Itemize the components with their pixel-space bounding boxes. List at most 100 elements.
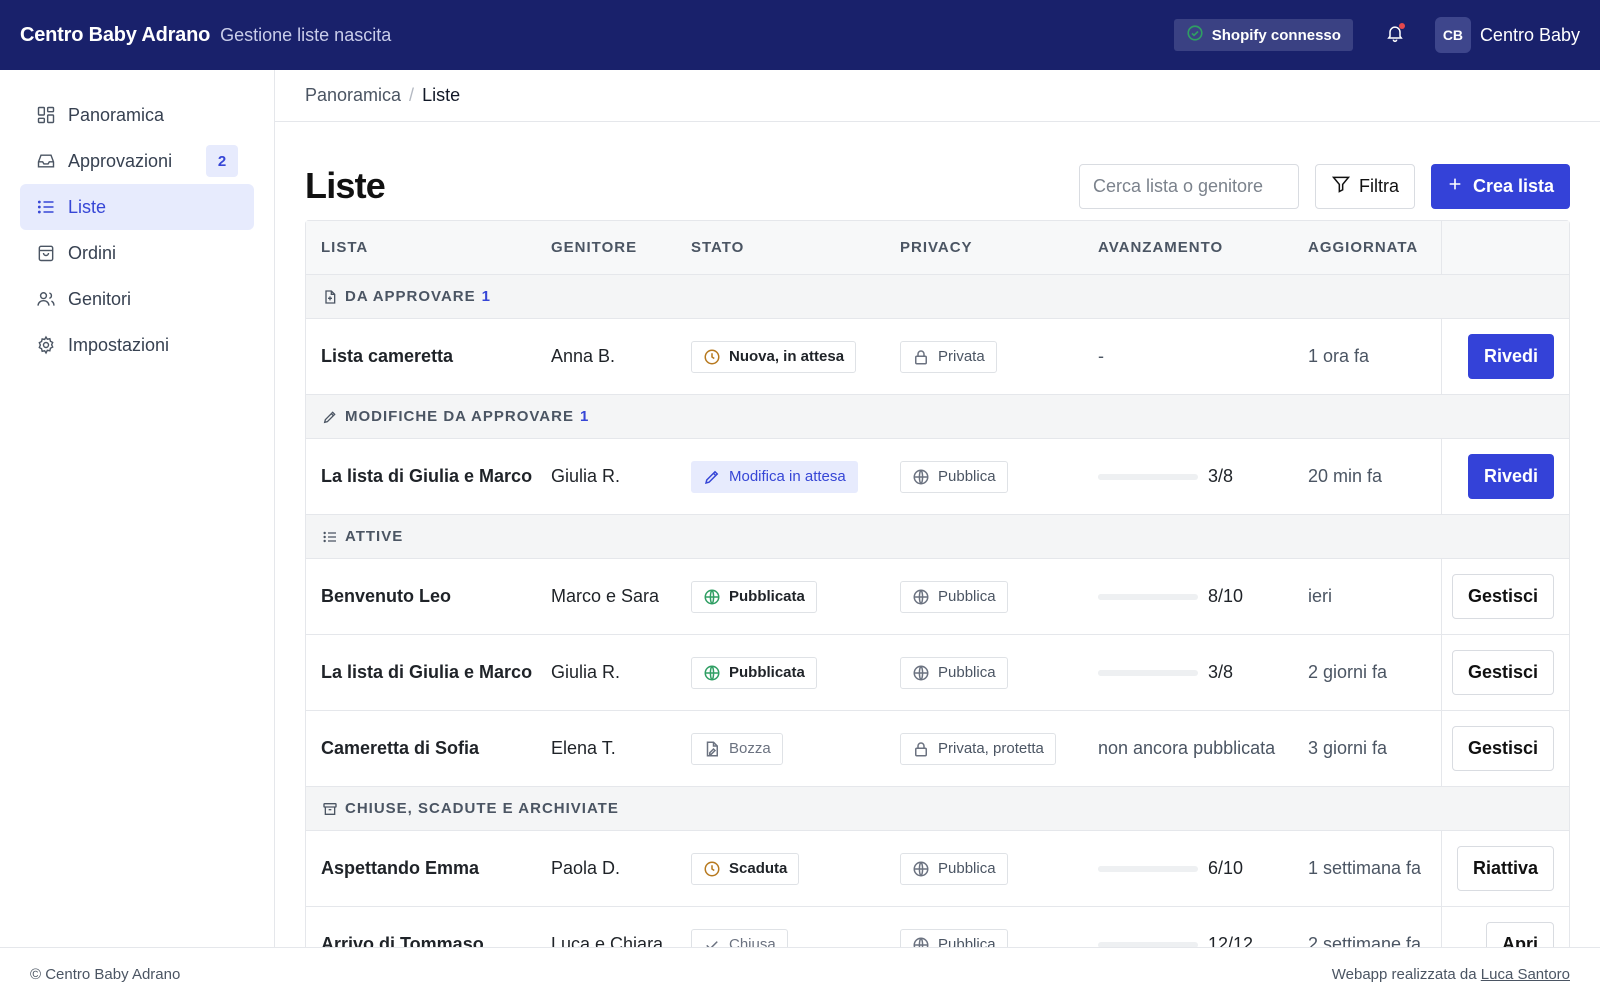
- privacy-badge: Pubblica: [900, 852, 1008, 885]
- pencil-icon: [321, 408, 339, 426]
- progress-label: 8/10: [1208, 586, 1244, 606]
- avatar[interactable]: CB: [1434, 17, 1471, 53]
- row-action-button[interactable]: Gestisci: [1451, 574, 1554, 619]
- globe-icon: [703, 588, 721, 606]
- progress-bar: [1098, 669, 1198, 676]
- parent-name: Giulia R.: [551, 662, 621, 682]
- column-header-stato[interactable]: Stato: [676, 239, 885, 256]
- table-body: DA APPROVARE 1 Lista cameretta Anna B. N…: [306, 275, 1569, 947]
- list-name[interactable]: Aspettando Emma: [306, 858, 536, 879]
- updated-time: 1 settimana fa: [1308, 858, 1422, 878]
- notifications-button[interactable]: [1383, 23, 1407, 47]
- list-name[interactable]: Lista cameretta: [306, 346, 536, 367]
- check-circle-icon: [1186, 24, 1204, 46]
- create-list-label: Crea lista: [1472, 175, 1554, 196]
- gear-icon: [36, 335, 56, 355]
- row-action-button[interactable]: Apri: [1486, 922, 1554, 947]
- group-header: ATTIVE: [306, 515, 1569, 559]
- shopify-status-badge[interactable]: Shopify connesso: [1173, 19, 1353, 51]
- users-icon: [36, 289, 56, 309]
- row-action-button[interactable]: Gestisci: [1451, 726, 1554, 771]
- list-name[interactable]: Arrivo di Tommaso: [306, 934, 536, 947]
- file-plus-icon: [321, 288, 339, 306]
- privacy-label: Privata, protetta: [938, 740, 1044, 757]
- file-draft-icon: [703, 740, 721, 758]
- page-header: Liste Filtra Crea lista: [275, 122, 1600, 220]
- updated-time: 20 min fa: [1308, 466, 1383, 486]
- parent-name: Giulia R.: [551, 466, 621, 486]
- group-label: MODIFICHE DA APPROVARE: [345, 408, 574, 425]
- footer-credit-link[interactable]: Luca Santoro: [1481, 966, 1570, 983]
- globe-icon: [912, 936, 930, 947]
- sidebar-item-label: Panoramica: [68, 104, 165, 125]
- status-badge: Pubblicata: [691, 656, 817, 689]
- status-label: Pubblicata: [729, 664, 805, 681]
- table-row[interactable]: Benvenuto Leo Marco e Sara Pubblicata Pu…: [306, 559, 1569, 635]
- progress: 3/8: [1098, 662, 1293, 683]
- clock-icon: [703, 860, 721, 878]
- approvals-count-badge: 2: [206, 145, 238, 177]
- shopify-status-label: Shopify connesso: [1211, 26, 1341, 44]
- list-name[interactable]: La lista di Giulia e Marco: [306, 662, 536, 683]
- page-title: Liste: [305, 165, 386, 206]
- row-action-button[interactable]: Riattiva: [1456, 846, 1554, 891]
- list-name[interactable]: La lista di Giulia e Marco: [306, 466, 536, 487]
- sidebar-item-label: Liste: [68, 196, 107, 217]
- table-row[interactable]: La lista di Giulia e Marco Giulia R. Pub…: [306, 635, 1569, 711]
- table-row[interactable]: La lista di Giulia e Marco Giulia R. Mod…: [306, 439, 1569, 515]
- updated-time: 3 giorni fa: [1308, 738, 1388, 758]
- privacy-badge: Pubblica: [900, 460, 1008, 493]
- progress: 3/8: [1098, 466, 1293, 487]
- user-name[interactable]: Centro Baby: [1480, 25, 1580, 46]
- privacy-label: Privata: [938, 348, 985, 365]
- table-row[interactable]: Aspettando Emma Paola D. Scaduta Pubblic…: [306, 831, 1569, 907]
- row-action-button[interactable]: Gestisci: [1451, 650, 1554, 695]
- sidebar-item-impostazioni[interactable]: Impostazioni: [20, 322, 254, 368]
- create-list-button[interactable]: Crea lista: [1430, 163, 1570, 209]
- progress-label: 6/10: [1208, 858, 1244, 878]
- progress: 12/12: [1098, 934, 1293, 947]
- breadcrumb-root[interactable]: Panoramica: [305, 85, 401, 106]
- sidebar-item-liste[interactable]: Liste: [20, 184, 254, 230]
- column-header-lista[interactable]: Lista: [306, 239, 536, 256]
- filter-button[interactable]: Filtra: [1314, 163, 1415, 209]
- footer-copyright: © Centro Baby Adrano: [30, 965, 181, 983]
- progress: 6/10: [1098, 858, 1293, 879]
- sidebar-item-panoramica[interactable]: Panoramica: [20, 92, 254, 138]
- progress-label: -: [1098, 346, 1104, 366]
- status-label: Chiusa: [729, 936, 776, 947]
- status-badge: Modifica in attesa: [691, 460, 858, 493]
- pencil-icon: [703, 468, 721, 486]
- privacy-label: Pubblica: [938, 468, 996, 485]
- progress-bar-fill: [1098, 669, 1136, 676]
- globe-icon: [912, 468, 930, 486]
- footer-credit: Webapp realizzata da Luca Santoro: [1332, 966, 1570, 983]
- column-header-aggiornata[interactable]: Aggiornata: [1293, 239, 1423, 256]
- column-header-privacy[interactable]: Privacy: [885, 239, 1083, 256]
- sidebar: Panoramica Approvazioni 2 Liste Ordini G…: [0, 70, 275, 947]
- status-badge: Scaduta: [691, 852, 800, 885]
- sidebar-item-genitori[interactable]: Genitori: [20, 276, 254, 322]
- progress-bar-fill: [1098, 593, 1178, 600]
- updated-time: 2 settimane fa: [1308, 934, 1422, 947]
- list-name[interactable]: Cameretta di Sofia: [306, 738, 536, 759]
- group-header: CHIUSE, SCADUTE E ARCHIVIATE: [306, 787, 1569, 831]
- search-input[interactable]: [1078, 163, 1299, 209]
- updated-time: ieri: [1308, 586, 1333, 606]
- sidebar-item-ordini[interactable]: Ordini: [20, 230, 254, 276]
- bag-icon: [36, 243, 56, 263]
- privacy-badge: Privata: [900, 340, 997, 373]
- table-row[interactable]: Cameretta di Sofia Elena T. Bozza Privat…: [306, 711, 1569, 787]
- column-header-genitore[interactable]: Genitore: [536, 239, 676, 256]
- column-header-avanzamento[interactable]: Avanzamento: [1083, 239, 1293, 256]
- sidebar-item-approvazioni[interactable]: Approvazioni 2: [20, 138, 254, 184]
- group-label: ATTIVE: [345, 528, 404, 545]
- table-row[interactable]: Arrivo di Tommaso Luca e Chiara Chiusa P…: [306, 907, 1569, 947]
- list-name[interactable]: Benvenuto Leo: [306, 586, 536, 607]
- row-action-button[interactable]: Rivedi: [1467, 454, 1554, 499]
- status-badge: Chiusa: [691, 928, 788, 947]
- brand-name[interactable]: Centro Baby Adrano: [20, 24, 210, 47]
- row-action-button[interactable]: Rivedi: [1467, 334, 1554, 379]
- table-row[interactable]: Lista cameretta Anna B. Nuova, in attesa…: [306, 319, 1569, 395]
- privacy-label: Pubblica: [938, 860, 996, 877]
